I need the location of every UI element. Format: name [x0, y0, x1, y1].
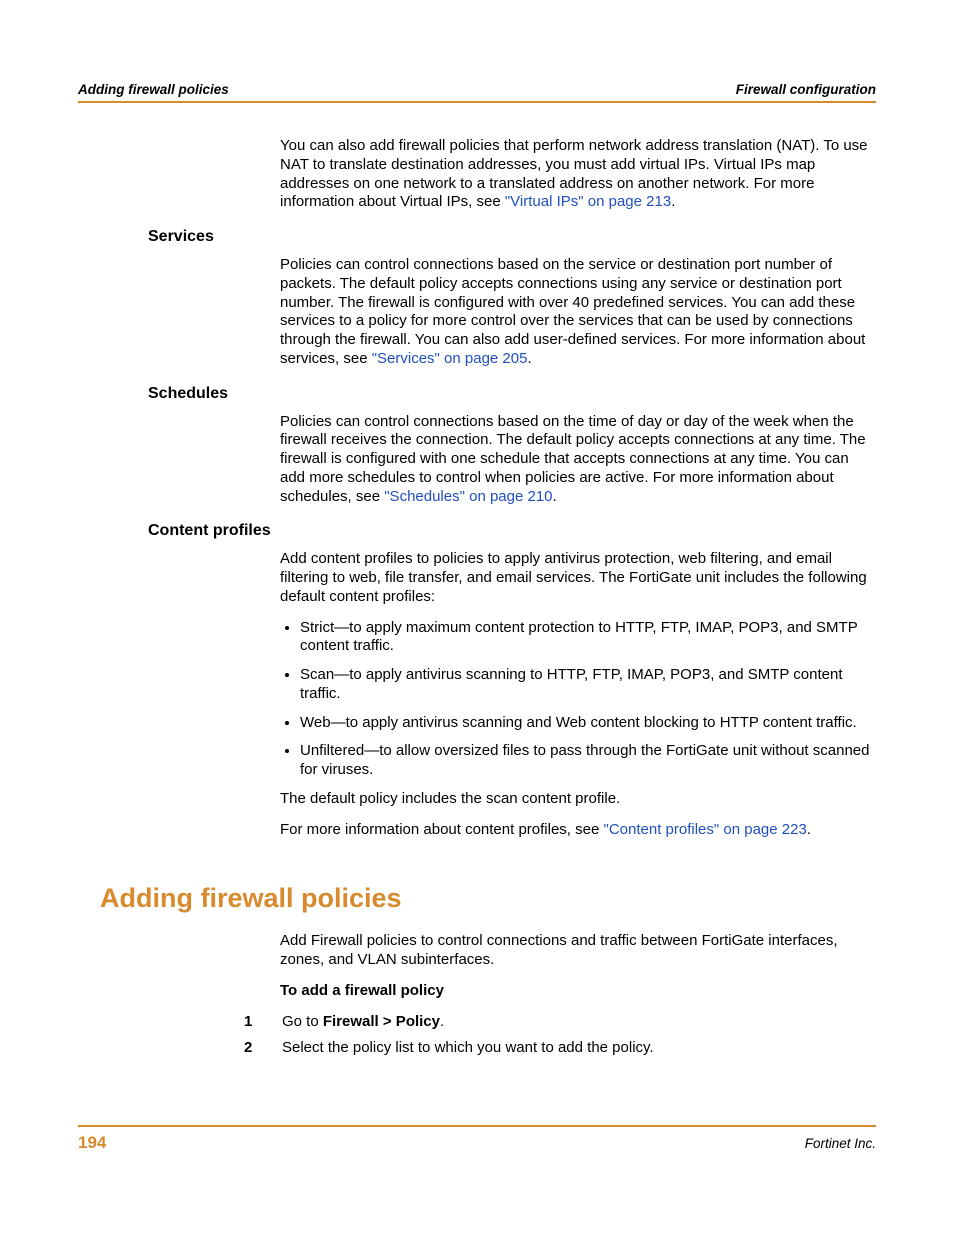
- procedure-heading: To add a firewall policy: [280, 982, 876, 1001]
- link-virtual-ips[interactable]: "Virtual IPs" on page 213: [505, 193, 671, 210]
- body-text: You can also add firewall policies that …: [280, 137, 876, 212]
- list-item: Web—to apply antivirus scanning and Web …: [300, 714, 876, 733]
- body-text: Add content profiles to policies to appl…: [280, 550, 876, 606]
- content-profiles-list: Strict—to apply maximum content protecti…: [280, 619, 876, 780]
- body-text: Add Firewall policies to control connect…: [280, 932, 876, 970]
- link-content-profiles[interactable]: "Content profiles" on page 223: [604, 821, 807, 838]
- step-row: 2 Select the policy list to which you wa…: [242, 1039, 876, 1058]
- heading-content-profiles: Content profiles: [148, 522, 876, 540]
- adding-block: Add Firewall policies to control connect…: [280, 932, 876, 1058]
- page-number: 194: [78, 1133, 106, 1153]
- body-text: Policies can control connections based o…: [280, 413, 876, 507]
- step-number: 2: [242, 1039, 282, 1058]
- services-block: Policies can control connections based o…: [280, 256, 876, 369]
- header-left: Adding firewall policies: [78, 82, 229, 97]
- content-profiles-block: Add content profiles to policies to appl…: [280, 550, 876, 839]
- list-item: Unfiltered—to allow oversized files to p…: [300, 742, 876, 780]
- footer-company: Fortinet Inc.: [805, 1136, 876, 1151]
- link-services[interactable]: "Services" on page 205: [372, 350, 528, 367]
- body-text: The default policy includes the scan con…: [280, 790, 876, 809]
- intro-block: You can also add firewall policies that …: [280, 137, 876, 212]
- list-item: Scan—to apply antivirus scanning to HTTP…: [300, 666, 876, 704]
- step-text: Select the policy list to which you want…: [282, 1039, 654, 1058]
- heading-schedules: Schedules: [148, 385, 876, 403]
- body-text: For more information about content profi…: [280, 821, 876, 840]
- step-list: 1 Go to Firewall > Policy. 2 Select the …: [242, 1013, 876, 1059]
- schedules-block: Policies can control connections based o…: [280, 413, 876, 507]
- running-footer: 194 Fortinet Inc.: [78, 1125, 876, 1153]
- body-text: Policies can control connections based o…: [280, 256, 876, 369]
- step-number: 1: [242, 1013, 282, 1032]
- step-row: 1 Go to Firewall > Policy.: [242, 1013, 876, 1032]
- list-item: Strict—to apply maximum content protecti…: [300, 619, 876, 657]
- heading-services: Services: [148, 228, 876, 246]
- link-schedules[interactable]: "Schedules" on page 210: [384, 488, 552, 505]
- document-page: Adding firewall policies Firewall config…: [0, 0, 954, 1235]
- step-text: Go to Firewall > Policy.: [282, 1013, 444, 1032]
- heading-adding-firewall-policies: Adding firewall policies: [100, 883, 876, 914]
- header-right: Firewall configuration: [736, 82, 876, 97]
- running-header: Adding firewall policies Firewall config…: [78, 82, 876, 103]
